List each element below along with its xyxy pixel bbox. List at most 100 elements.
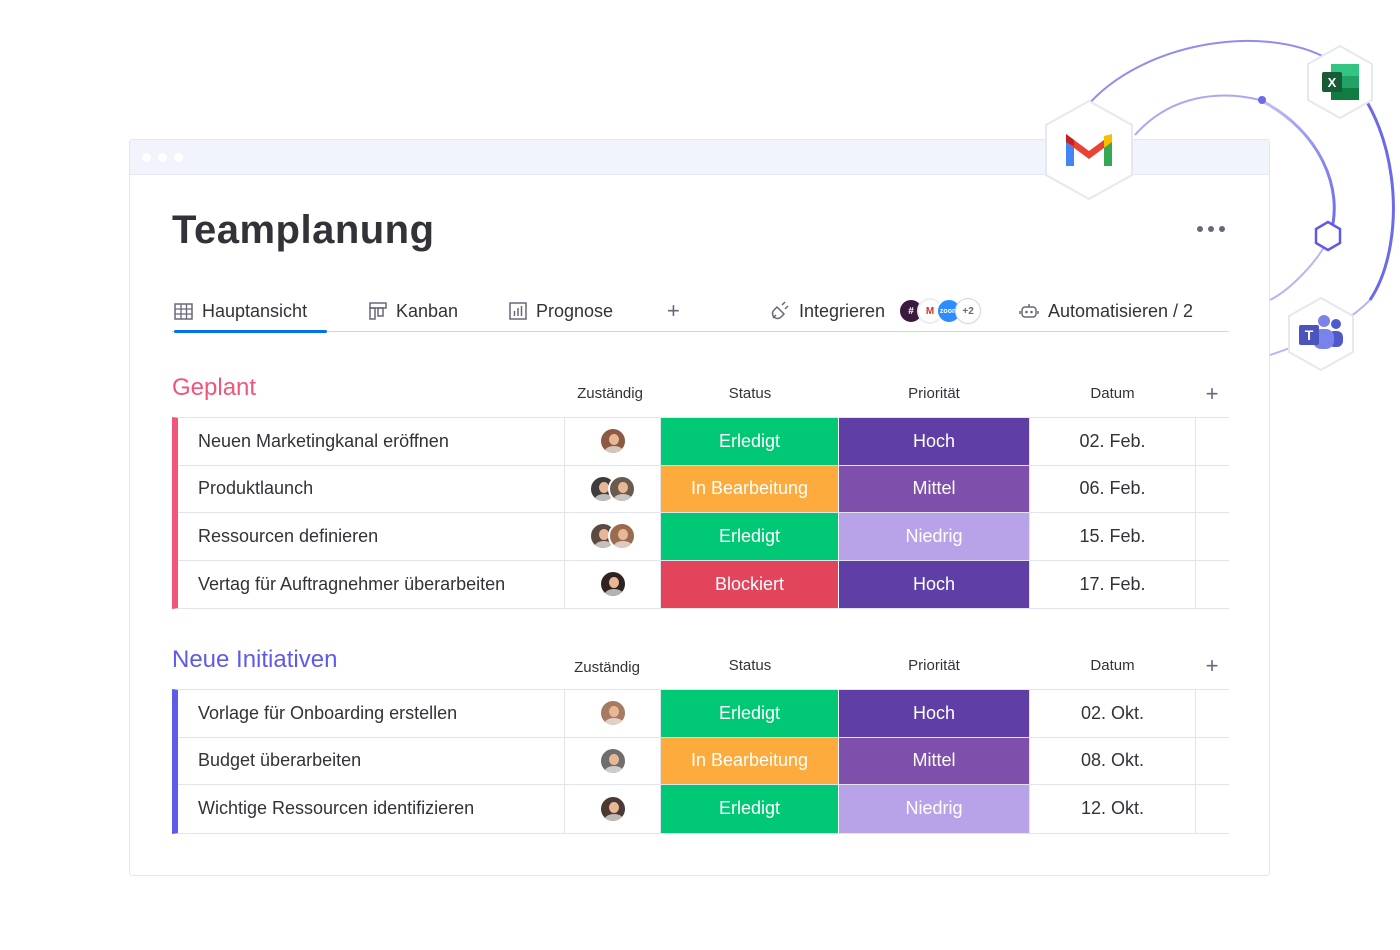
avatar	[598, 746, 627, 775]
priority-cell[interactable]: Niedrig	[839, 785, 1029, 833]
priority-cell[interactable]: Mittel	[839, 465, 1029, 512]
table-row[interactable]: Budget überarbeiten In Bearbeitung Mittel 0…	[178, 737, 1229, 785]
column-header-date: Datum	[1090, 657, 1135, 674]
item-name[interactable]: Wichtige Ressourcen identifizieren	[178, 785, 565, 833]
empty-cell	[1196, 561, 1229, 609]
status-cell[interactable]: Erledigt	[661, 513, 839, 560]
date-cell[interactable]: 17. Feb.	[1029, 560, 1196, 608]
small-hexagon-icon	[1314, 220, 1342, 252]
date-cell[interactable]: 08. Okt.	[1029, 737, 1196, 784]
gmail-icon[interactable]	[1042, 98, 1136, 202]
avatar-group	[598, 427, 627, 456]
table-row[interactable]: Produktlaunch In Bearbeitung Mittel 06. Feb…	[178, 465, 1229, 513]
item-name[interactable]: Budget überarbeiten	[178, 737, 565, 784]
table-row[interactable]: Ressourcen definieren Erledigt Niedrig 15. …	[178, 513, 1229, 561]
avatar	[598, 699, 627, 728]
priority-cell[interactable]: Hoch	[839, 418, 1029, 465]
empty-cell	[1196, 466, 1229, 513]
priority-cell[interactable]: Niedrig	[839, 513, 1029, 560]
group-title-geplant[interactable]: Geplant	[172, 374, 256, 402]
status-cell[interactable]: Erledigt	[661, 418, 839, 465]
chart-icon	[509, 302, 527, 320]
column-header-status: Status	[728, 657, 772, 674]
owner-cell[interactable]	[565, 418, 661, 465]
add-view-button[interactable]: +	[667, 298, 680, 324]
item-name[interactable]: Vorlage für Onboarding erstellen	[178, 690, 565, 737]
robot-icon	[1019, 304, 1039, 318]
page-title: Teamplanung	[172, 208, 435, 252]
tab-hauptansicht[interactable]: Hauptansicht	[174, 298, 328, 333]
avatar-group	[598, 699, 627, 728]
owner-cell[interactable]	[565, 690, 661, 737]
owner-cell[interactable]	[565, 737, 661, 784]
empty-cell	[1196, 690, 1229, 737]
status-cell[interactable]: Erledigt	[661, 785, 839, 833]
table-row[interactable]: Vertag für Auftragnehmer überarbeiten Blo…	[178, 560, 1229, 609]
window-dot	[158, 153, 167, 162]
svg-text:X: X	[1328, 75, 1337, 90]
avatar-group	[598, 794, 627, 823]
svg-text:T: T	[1305, 327, 1314, 343]
status-cell[interactable]: In Bearbeitung	[661, 737, 839, 784]
column-header-owner: Zuständig	[577, 385, 643, 402]
item-name[interactable]: Produktlaunch	[178, 465, 565, 512]
tab-prognose[interactable]: Prognose	[509, 298, 613, 324]
automate-label: Automatisieren / 2	[1048, 300, 1194, 321]
tab-kanban[interactable]: Kanban	[369, 298, 458, 324]
integration-avatars: # M zoom +2	[898, 298, 982, 324]
date-cell[interactable]: 06. Feb.	[1029, 465, 1196, 512]
tab-label: Kanban	[396, 300, 459, 321]
empty-cell	[1196, 738, 1229, 785]
owner-cell[interactable]	[565, 465, 661, 512]
add-column-button[interactable]: +	[1202, 381, 1222, 407]
date-cell[interactable]: 12. Okt.	[1029, 785, 1196, 833]
empty-cell	[1196, 418, 1229, 465]
view-tabs: Hauptansicht Kanban Prognose + Integrier…	[172, 290, 1229, 333]
avatar	[608, 474, 636, 503]
empty-cell	[1196, 785, 1229, 833]
date-cell[interactable]: 02. Feb.	[1029, 418, 1196, 465]
plug-icon	[771, 301, 789, 320]
status-cell[interactable]: Blockiert	[661, 560, 839, 608]
add-column-button[interactable]: +	[1202, 653, 1222, 679]
avatar-group	[598, 570, 627, 599]
empty-cell	[1196, 513, 1229, 560]
avatar-group	[589, 474, 636, 503]
item-name[interactable]: Neuen Marketingkanal eröffnen	[178, 418, 565, 465]
avatar	[598, 427, 627, 456]
item-name[interactable]: Vertag für Auftragnehmer überarbeiten	[178, 560, 565, 608]
table-icon	[174, 302, 193, 320]
date-cell[interactable]: 02. Okt.	[1029, 690, 1196, 737]
teams-icon[interactable]: T	[1286, 296, 1356, 372]
status-cell[interactable]: In Bearbeitung	[661, 465, 839, 512]
column-header-priority: Priorität	[908, 385, 960, 402]
column-header-date: Datum	[1090, 385, 1135, 402]
owner-cell[interactable]	[565, 560, 661, 608]
avatar-group	[598, 746, 627, 775]
integrate-button[interactable]: Integrieren # M zoom +2	[770, 298, 982, 324]
avatar	[598, 794, 627, 823]
item-name[interactable]: Ressourcen definieren	[178, 513, 565, 560]
date-cell[interactable]: 15. Feb.	[1029, 513, 1196, 560]
priority-cell[interactable]: Mittel	[839, 737, 1029, 784]
avatar	[598, 570, 627, 599]
avatar-group	[589, 522, 636, 551]
tab-label: Hauptansicht	[202, 300, 308, 321]
automate-button[interactable]: Automatisieren / 2	[1019, 298, 1193, 324]
group-table-geplant: Neuen Marketingkanal eröffnen Erledigt Hoc…	[172, 417, 1229, 609]
excel-icon[interactable]: X	[1306, 44, 1374, 120]
table-row[interactable]: Vorlage für Onboarding erstellen Erledigt…	[178, 690, 1229, 738]
window-dot	[142, 153, 151, 162]
owner-cell[interactable]	[565, 785, 661, 833]
more-options-button[interactable]	[1197, 226, 1225, 232]
table-row[interactable]: Neuen Marketingkanal eröffnen Erledigt Hoc…	[178, 418, 1229, 466]
owner-cell[interactable]	[565, 513, 661, 560]
priority-cell[interactable]: Hoch	[839, 690, 1029, 737]
status-cell[interactable]: Erledigt	[661, 690, 839, 737]
table-row[interactable]: Wichtige Ressourcen identifizieren Erledi…	[178, 785, 1229, 833]
group-table-neue-initiativen: Vorlage für Onboarding erstellen Erledigt…	[172, 689, 1229, 834]
priority-cell[interactable]: Hoch	[839, 560, 1029, 608]
group-title-neue-initiativen[interactable]: Neue Initiativen	[172, 646, 337, 674]
tab-label: Prognose	[536, 300, 614, 321]
integrate-label: Integrieren	[799, 300, 886, 321]
